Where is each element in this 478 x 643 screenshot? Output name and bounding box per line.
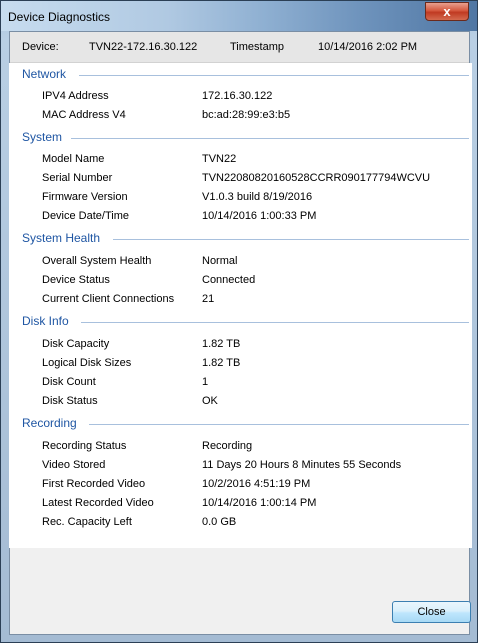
row-label: IPV4 Address [42,90,109,102]
row-label: Disk Status [42,395,98,407]
window-close-button[interactable]: x [425,2,469,21]
row-label: Logical Disk Sizes [42,357,132,369]
row-label: Firmware Version [42,191,128,203]
row-value: 21 [202,293,215,305]
section-divider [71,138,469,139]
close-button-label: Close [417,606,446,618]
row-value: OK [202,395,218,407]
row-label: Serial Number [42,172,113,184]
row-label: Recording Status [42,440,127,452]
row-label: Device Status [42,274,110,286]
row-label: Rec. Capacity Left [42,516,132,528]
diagnostics-panel: Network IPV4 Address 172.16.30.122 MAC A… [9,63,472,548]
section-title-disk-info: Disk Info [22,314,72,328]
device-diagnostics-window: Device Diagnostics x Device: TVN22-172.1… [0,0,478,643]
close-icon: x [443,4,451,19]
section-title-system: System [22,130,66,144]
device-header: Device: TVN22-172.16.30.122 Timestamp 10… [10,32,469,63]
row-value: Recording [202,440,253,452]
row-value: 10/14/2016 1:00:33 PM [202,210,317,222]
row-value: 10/2/2016 4:51:19 PM [202,478,311,490]
section-divider [89,424,469,425]
device-value: TVN22-172.16.30.122 [89,41,198,53]
row-value: 1 [202,376,209,388]
section-divider [79,75,469,76]
row-label: Model Name [42,153,105,165]
section-title-network: Network [22,67,70,81]
row-label: Disk Count [42,376,96,388]
row-value: 0.0 GB [202,516,237,528]
row-label: Disk Capacity [42,338,110,350]
timestamp-label: Timestamp [230,41,284,53]
row-label: Video Stored [42,459,106,471]
row-label: Latest Recorded Video [42,497,154,509]
title-bar[interactable]: Device Diagnostics x [1,1,477,31]
row-value: Connected [202,274,256,286]
row-value: Normal [202,255,238,267]
device-label: Device: [22,41,59,53]
row-value: bc:ad:28:99:e3:b5 [202,109,291,121]
row-label: Device Date/Time [42,210,130,222]
section-title-system-health: System Health [22,231,104,245]
row-value: V1.0.3 build 8/19/2016 [202,191,313,203]
window-title: Device Diagnostics [8,10,111,24]
row-value: 1.82 TB [202,338,241,350]
timestamp-value: 10/14/2016 2:02 PM [318,41,418,53]
row-value: 11 Days 20 Hours 8 Minutes 55 Seconds [202,459,402,471]
row-label: Overall System Health [42,255,152,267]
row-label: MAC Address V4 [42,109,126,121]
row-value: 172.16.30.122 [202,90,273,102]
row-label: First Recorded Video [42,478,146,490]
row-value: 1.82 TB [202,357,241,369]
close-button[interactable]: Close [392,601,471,623]
row-value: 10/14/2016 1:00:14 PM [202,497,317,509]
row-value: TVN22 [202,153,237,165]
section-divider [113,239,469,240]
section-title-recording: Recording [22,416,80,430]
section-divider [81,322,469,323]
row-label: Current Client Connections [42,293,175,305]
row-value: TVN22080820160528CCRR090177794WCVU [202,172,431,184]
